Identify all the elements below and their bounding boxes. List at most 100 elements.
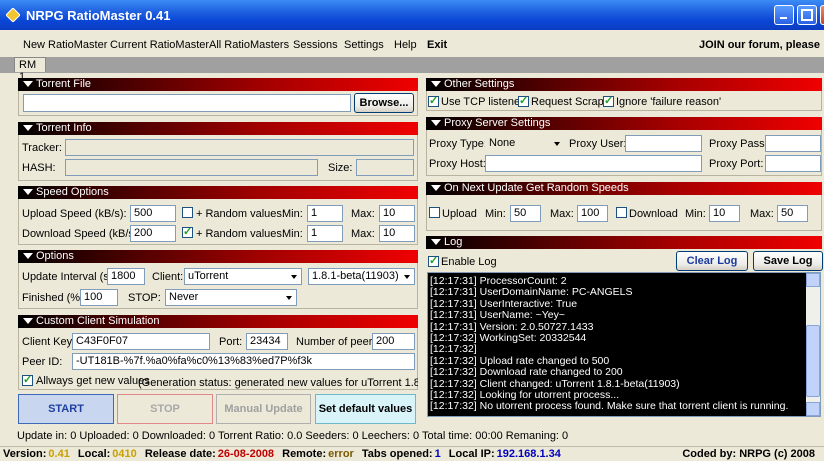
- proxy-type-select[interactable]: None: [485, 135, 565, 152]
- release-label: Release date:: [144, 448, 216, 460]
- forum-link[interactable]: JOIN our forum, please: [699, 39, 820, 51]
- download-min-field[interactable]: 1: [307, 225, 343, 242]
- menu-exit[interactable]: Exit: [427, 39, 447, 51]
- tcp-listener-checkbox[interactable]: [428, 94, 439, 107]
- proxy-user-field[interactable]: [625, 135, 702, 152]
- upload-random-checkbox[interactable]: [182, 207, 193, 218]
- close-button[interactable]: [820, 5, 824, 25]
- options-header[interactable]: Options: [18, 250, 418, 263]
- menu-help[interactable]: Help: [394, 39, 417, 51]
- size-field[interactable]: [356, 159, 414, 176]
- local-value: 0410: [112, 448, 137, 460]
- enable-log-checkbox[interactable]: [428, 254, 439, 267]
- peers-field[interactable]: 200: [372, 333, 415, 350]
- proxy-port-field[interactable]: [765, 155, 821, 172]
- hash-field[interactable]: [65, 159, 318, 176]
- menu-settings[interactable]: Settings: [344, 39, 384, 51]
- stop-button[interactable]: STOP: [117, 394, 213, 424]
- clear-log-button[interactable]: Clear Log: [676, 251, 748, 271]
- app-icon: [6, 8, 20, 22]
- request-scrap-label: Request Scrap: [531, 96, 604, 108]
- upload-min-field[interactable]: 1: [307, 205, 343, 222]
- port-field[interactable]: 23434: [246, 333, 288, 350]
- proxy-settings-header[interactable]: Proxy Server Settings: [426, 117, 822, 130]
- torrent-file-path[interactable]: [23, 94, 351, 112]
- scroll-thumb[interactable]: [806, 325, 820, 397]
- peer-id-field[interactable]: -UT181B-%7f.%a0%fa%c0%13%83%ed7P%f3k: [72, 353, 415, 370]
- minimize-button[interactable]: [774, 5, 794, 25]
- download-min-label: Min:: [282, 228, 303, 240]
- proxy-type-label: Proxy Type:: [429, 138, 487, 150]
- dropdown-arrow-icon: [291, 275, 297, 279]
- proxy-pass-label: Proxy Pass:: [709, 138, 768, 150]
- custom-client-header[interactable]: Custom Client Simulation: [18, 315, 418, 328]
- menu-new-ratiomaster[interactable]: New RatioMaster: [23, 39, 107, 51]
- client-select[interactable]: uTorrent: [184, 268, 302, 285]
- log-header[interactable]: Log: [426, 236, 822, 249]
- random-down-min-field[interactable]: 10: [709, 205, 740, 222]
- download-random-checkbox[interactable]: [182, 225, 193, 238]
- update-interval-label: Update Interval (s):: [22, 271, 116, 283]
- maximize-button[interactable]: [797, 5, 817, 25]
- random-down-max-label: Max:: [750, 208, 774, 220]
- client-version-select[interactable]: 1.8.1-beta(11903): [308, 268, 415, 285]
- tab-rm1[interactable]: RM 1: [14, 57, 46, 83]
- client-key-field[interactable]: C43F0F07: [72, 333, 210, 350]
- maximize-icon: [801, 9, 813, 21]
- client-key-label: Client Key:: [22, 336, 76, 348]
- log-line: [12:17:32]: [430, 344, 477, 356]
- log-line: [12:17:31] UserName: ~Yey~: [430, 310, 566, 322]
- random-upload-label: Upload: [442, 208, 477, 220]
- log-scrollbar[interactable]: [806, 273, 820, 416]
- log-line: [12:17:32] No utorrent process found. Ma…: [430, 401, 789, 413]
- random-download-label: Download: [629, 208, 678, 220]
- menu-current-ratiomaster[interactable]: Current RatioMaster: [110, 39, 209, 51]
- stop-select[interactable]: Never: [165, 289, 297, 306]
- scroll-down-arrow-icon[interactable]: [806, 402, 820, 416]
- info-status-bar: Version: 0.41 Local: 0410 Release date: 26-…: [0, 446, 824, 461]
- download-max-field[interactable]: 10: [379, 225, 415, 242]
- start-button[interactable]: START: [18, 394, 114, 424]
- tracker-field[interactable]: [65, 139, 414, 156]
- always-new-checkbox[interactable]: [22, 373, 33, 386]
- scroll-up-arrow-icon[interactable]: [806, 273, 820, 287]
- torrent-file-header[interactable]: Torrent File: [18, 78, 418, 91]
- update-interval-field[interactable]: 1800: [107, 268, 145, 285]
- tabs-opened-value: 1: [434, 448, 441, 460]
- random-up-min-field[interactable]: 50: [510, 205, 541, 222]
- upload-max-field[interactable]: 10: [379, 205, 415, 222]
- tabs-opened-label: Tabs opened:: [361, 448, 433, 460]
- dropdown-arrow-icon: [554, 142, 560, 146]
- ignore-failure-checkbox[interactable]: [603, 94, 614, 107]
- enable-log-label: Enable Log: [441, 256, 497, 268]
- port-label: Port:: [219, 336, 243, 348]
- upload-speed-field[interactable]: 500: [130, 205, 176, 222]
- download-speed-field[interactable]: 200: [130, 225, 176, 242]
- torrent-info-header[interactable]: Torrent Info: [18, 122, 418, 135]
- proxy-pass-field[interactable]: [765, 135, 821, 152]
- random-download-checkbox[interactable]: [616, 207, 627, 218]
- stop-label: STOP:: [128, 292, 161, 304]
- log-output[interactable]: [12:17:31] ProcessorCount: 2 [12:17:31] …: [427, 272, 821, 417]
- browse-button[interactable]: Browse...: [354, 93, 414, 113]
- finished-field[interactable]: 100: [80, 289, 118, 306]
- finished-label: Finished (%):: [22, 292, 87, 304]
- menu-all-ratiomasters[interactable]: All RatioMasters: [209, 39, 289, 51]
- menu-sessions[interactable]: Sessions: [293, 39, 338, 51]
- collapse-icon: [23, 253, 33, 259]
- proxy-host-field[interactable]: [485, 155, 702, 172]
- peer-id-label: Peer ID:: [22, 356, 63, 368]
- random-down-max-field[interactable]: 50: [777, 205, 808, 222]
- ignore-failure-label: Ignore 'failure reason': [616, 96, 722, 108]
- speed-options-header[interactable]: Speed Options: [18, 186, 418, 199]
- set-defaults-button[interactable]: Set default values: [315, 394, 416, 424]
- other-settings-header[interactable]: Other Settings: [426, 78, 822, 91]
- random-speeds-header[interactable]: On Next Update Get Random Speeds: [426, 182, 822, 195]
- random-up-min-label: Min:: [485, 208, 506, 220]
- remote-label: Remote:: [282, 448, 327, 460]
- request-scrap-checkbox[interactable]: [518, 94, 529, 107]
- random-up-max-field[interactable]: 100: [577, 205, 608, 222]
- random-upload-checkbox[interactable]: [429, 207, 440, 218]
- manual-update-button[interactable]: Manual Update: [216, 394, 311, 424]
- save-log-button[interactable]: Save Log: [753, 251, 823, 271]
